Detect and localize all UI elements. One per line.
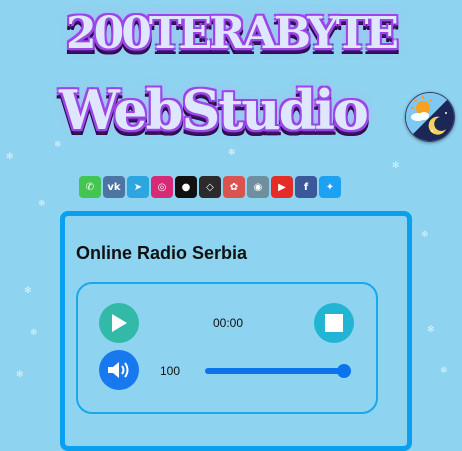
day-night-icon[interactable] [405,92,455,142]
volume-value: 100 [160,364,181,378]
volume-slider[interactable] [205,364,351,378]
card-title: Online Radio Serbia [76,243,248,263]
logo-title-line2: WebStudio [59,78,369,142]
instagram-icon[interactable]: ◎ [151,176,173,198]
radio-card: Online Radio Serbia 00:00 100 [60,211,412,451]
blender-icon[interactable]: ◉ [247,176,269,198]
volume-button[interactable] [99,350,139,390]
telegram-icon[interactable]: ➤ [127,176,149,198]
volume-slider-track [205,368,351,374]
vk-icon[interactable]: vk [103,176,125,198]
youtube-icon[interactable]: ▶ [271,176,293,198]
sololearn-icon[interactable]: ✿ [223,176,245,198]
playback-time: 00:00 [212,316,244,330]
site-logo[interactable]: 200TERABYTE WebStudio [0,0,462,160]
audio-player: 00:00 100 [76,282,378,414]
day-night-toggle-graphic [406,93,454,141]
facebook-icon[interactable]: f [295,176,317,198]
github-icon[interactable]: ● [175,176,197,198]
stop-icon [325,314,343,332]
play-icon [112,314,127,332]
codepen-icon[interactable]: ◇ [199,176,221,198]
twitter-icon[interactable]: ✦ [319,176,341,198]
volume-icon [108,362,129,378]
logo-title-line1: 200TERABYTE [66,8,399,59]
whatsapp-icon[interactable]: ✆ [79,176,101,198]
stop-button[interactable] [314,303,354,343]
play-button[interactable] [99,303,139,343]
volume-slider-thumb[interactable] [337,364,351,378]
social-links: ✆ vk ➤ ◎ ● ◇ ✿ ◉ ▶ f ✦ [79,176,341,198]
